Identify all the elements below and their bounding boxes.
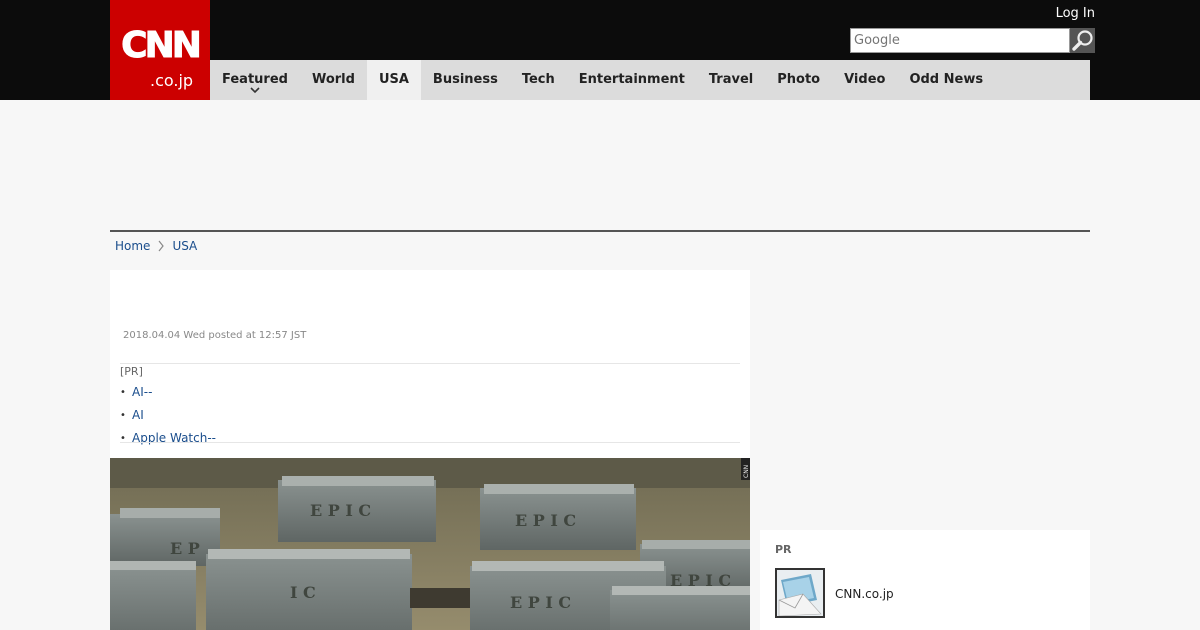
nav-item-label: USA xyxy=(378,72,409,87)
chevron-right-icon xyxy=(158,240,165,252)
chevron-down-icon xyxy=(250,87,260,94)
pr-links-box: [PR] AI-- AI Apple Watch-- xyxy=(120,363,740,450)
svg-text:E P I C: E P I C xyxy=(510,593,571,612)
main-nav: Featured World USA Business Tech Enterta… xyxy=(210,60,1090,100)
pr-link[interactable]: AI xyxy=(120,404,740,427)
article-card: 2018.04.04 Wed posted at 12:57 JST [PR] … xyxy=(110,270,750,630)
nav-item-label: Photo xyxy=(777,72,821,87)
nav-item-label: Business xyxy=(432,72,498,87)
breadcrumb-usa[interactable]: USA xyxy=(172,238,197,254)
search-box xyxy=(850,28,1070,53)
nav-item-label: Odd News xyxy=(909,72,984,87)
sidebar-pr-link[interactable]: CNN.co.jp xyxy=(835,587,894,601)
article-date: 2018.04.04 Wed posted at 12:57 JST xyxy=(123,330,307,341)
cnn-logo[interactable]: CNN .co.jp xyxy=(110,0,210,100)
nav-item-label: Video xyxy=(844,72,886,87)
search-input[interactable] xyxy=(851,29,1069,52)
nav-item-featured[interactable]: Featured xyxy=(210,60,300,100)
search-icon xyxy=(1072,30,1093,51)
nav-item-business[interactable]: Business xyxy=(421,60,510,100)
nav-item-label: Entertainment xyxy=(578,72,685,87)
nav-item-usa[interactable]: USA xyxy=(366,60,421,100)
logo-subtext: .co.jp xyxy=(150,71,194,90)
nav-item-world[interactable]: World xyxy=(300,60,367,100)
laptop-mail-icon xyxy=(777,570,823,616)
login-link[interactable]: Log In xyxy=(1056,6,1095,22)
nav-item-label: Featured xyxy=(222,72,288,87)
nav-item-photo[interactable]: Photo xyxy=(765,60,832,100)
sidebar-pr-thumbnail[interactable] xyxy=(775,568,825,618)
section-divider xyxy=(110,230,1090,232)
rail-cars-image: E P I C E P I C E P I C E P I C E P I C … xyxy=(110,458,750,630)
logo-text: CNN xyxy=(121,25,203,66)
svg-text:E P I C: E P I C xyxy=(670,571,731,590)
breadcrumb: Home USA xyxy=(115,238,197,254)
article-photo: E P I C E P I C E P I C E P I C E P I C … xyxy=(110,458,750,630)
nav-item-entertainment[interactable]: Entertainment xyxy=(567,60,697,100)
nav-item-label: Tech xyxy=(521,72,555,87)
pr-link[interactable]: Apple Watch-- xyxy=(120,427,740,450)
pr-list: AI-- AI Apple Watch-- xyxy=(120,381,740,450)
sidebar-pr-label: PR xyxy=(775,543,792,556)
nav-item-travel[interactable]: Travel xyxy=(697,60,765,100)
svg-text:E P I C: E P I C xyxy=(310,501,371,520)
svg-text:E P: E P xyxy=(170,539,200,558)
nav-item-odd-news[interactable]: Odd News xyxy=(897,60,995,100)
pr-divider xyxy=(120,442,740,443)
pr-link[interactable]: AI-- xyxy=(120,381,740,404)
nav-item-label: World xyxy=(311,72,355,87)
pr-label: [PR] xyxy=(120,365,143,378)
site-header: CNN .co.jp Log In Featured World USA Bus… xyxy=(0,0,1200,100)
svg-text:E P I C: E P I C xyxy=(515,511,576,530)
svg-text:I C: I C xyxy=(290,583,316,602)
search-button[interactable] xyxy=(1070,28,1095,53)
nav-item-tech[interactable]: Tech xyxy=(510,60,567,100)
breadcrumb-home[interactable]: Home xyxy=(115,238,150,254)
sidebar-pr: PR CNN.co.jp xyxy=(760,530,1090,630)
nav-item-label: Travel xyxy=(708,72,754,87)
photo-credit: CNN xyxy=(743,465,750,478)
nav-item-video[interactable]: Video xyxy=(832,60,897,100)
